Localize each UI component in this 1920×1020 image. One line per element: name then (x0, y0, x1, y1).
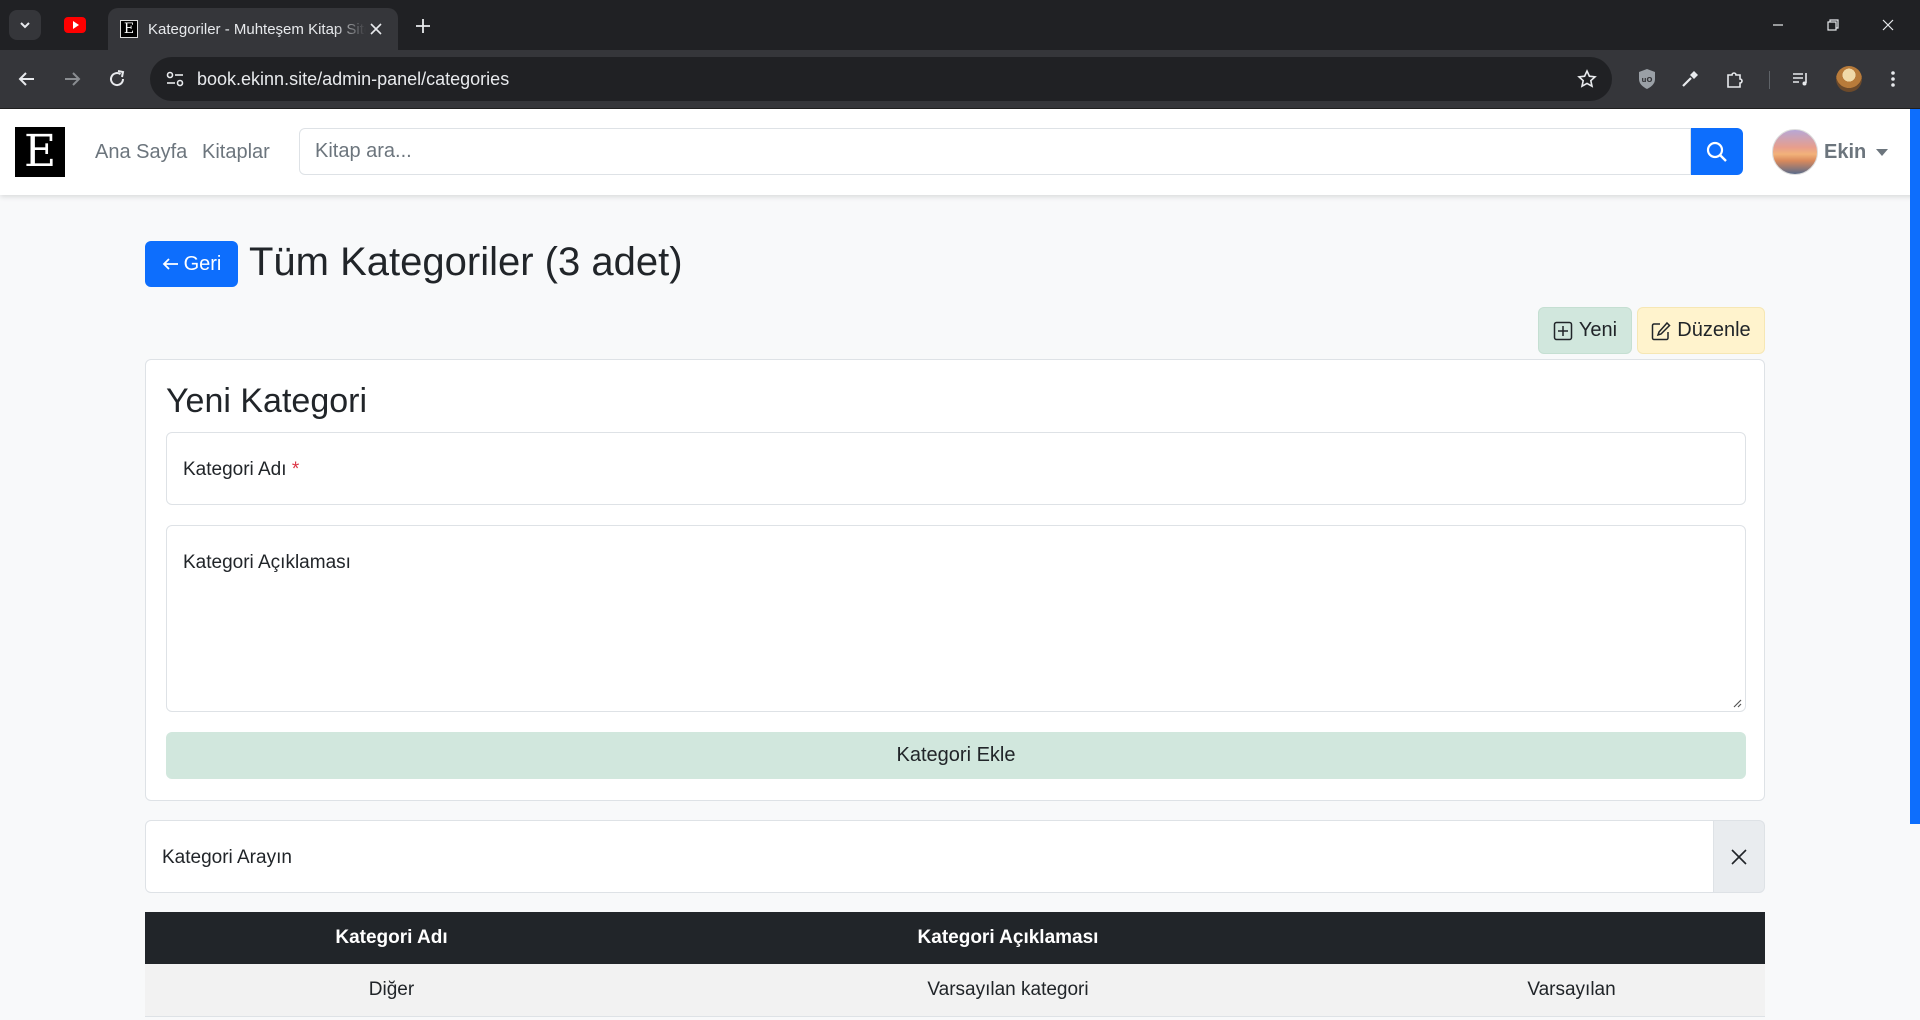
plus-icon (416, 19, 430, 33)
edit-button-label: Düzenle (1677, 319, 1751, 341)
book-search-input[interactable] (299, 128, 1691, 175)
browser-toolbar: book.ekinn.site/admin-panel/categories u… (0, 50, 1920, 109)
category-description-field[interactable]: Kategori Açıklaması (166, 525, 1746, 712)
category-name-label: Kategori Adı * (183, 459, 300, 480)
minimize-button[interactable] (1758, 10, 1798, 40)
arrow-left-icon (162, 258, 178, 270)
required-mark: * (291, 459, 300, 480)
minimize-icon (1773, 24, 1783, 26)
chevron-down-icon (20, 22, 30, 29)
user-avatar (1772, 129, 1818, 175)
tab-close-button[interactable] (366, 19, 386, 39)
restore-icon (1827, 19, 1839, 31)
arrow-right-icon (65, 72, 81, 86)
extensions-button[interactable] (1722, 66, 1748, 92)
new-tab-button[interactable] (410, 13, 436, 39)
new-category-card: Yeni Kategori Kategori Adı * Kategori Aç… (145, 359, 1765, 801)
new-category-title: Yeni Kategori (166, 382, 368, 420)
resize-grip-icon[interactable] (1732, 698, 1742, 708)
back-button[interactable]: Geri (145, 241, 238, 287)
close-icon (1731, 848, 1747, 865)
page-viewport: E Ana Sayfa Kitaplar Ekin Geri Tüm Kateg… (0, 109, 1920, 1020)
clear-search-button[interactable] (1714, 820, 1765, 893)
search-submit-button[interactable] (1691, 128, 1743, 175)
svg-text:uO: uO (1642, 76, 1653, 84)
close-icon (1882, 19, 1894, 31)
category-search-label: Kategori Arayın (162, 847, 292, 868)
category-search-input[interactable]: Kategori Arayın (145, 820, 1714, 893)
shield-icon: uO (1639, 69, 1655, 89)
caret-down-icon (1876, 148, 1889, 156)
url-text: book.ekinn.site/admin-panel/categories (197, 69, 510, 89)
new-category-button[interactable]: Yeni (1538, 307, 1632, 354)
nav-link-home[interactable]: Ana Sayfa (95, 141, 187, 164)
category-description-label: Kategori Açıklaması (183, 552, 351, 573)
close-icon (370, 23, 382, 35)
tab-search-button[interactable] (9, 10, 41, 40)
browser-tab-strip: E Kategoriler - Muhteşem Kitap Sitesi (0, 0, 1920, 50)
media-queue-icon (1793, 73, 1807, 86)
reload-icon (110, 70, 125, 87)
kebab-menu-icon (1891, 71, 1895, 87)
browser-menu-button[interactable] (1880, 66, 1906, 92)
tab-active[interactable]: E Kategoriler - Muhteşem Kitap Sitesi (108, 8, 398, 50)
user-menu-toggle[interactable]: Ekin (1772, 128, 1889, 176)
column-header-description: Kategori Açıklaması (638, 912, 1378, 964)
browser-profile-avatar[interactable] (1836, 66, 1862, 92)
window-close-button[interactable] (1868, 10, 1908, 40)
category-name-cell: Diğer (145, 964, 638, 1017)
category-filter: Kategori Arayın (145, 820, 1765, 893)
back-nav-button[interactable] (12, 64, 42, 94)
add-category-button[interactable]: Kategori Ekle (166, 732, 1746, 779)
forward-nav-button[interactable] (57, 64, 87, 94)
site-navbar: E Ana Sayfa Kitaplar Ekin (0, 109, 1920, 195)
user-name: Ekin (1824, 140, 1867, 163)
book-search-form (299, 128, 1743, 175)
pencil-square-icon (1652, 321, 1671, 340)
column-header-actions (1378, 912, 1765, 964)
site-info-icon[interactable] (164, 69, 186, 89)
puzzle-icon (1727, 72, 1743, 88)
nav-link-books[interactable]: Kitaplar (202, 141, 270, 164)
edit-categories-button[interactable]: Düzenle (1637, 307, 1765, 354)
youtube-icon (64, 17, 86, 33)
site-favicon-icon: E (120, 20, 138, 38)
restore-button[interactable] (1813, 10, 1853, 40)
tab-title: Kategoriler - Muhteşem Kitap Sitesi (148, 20, 367, 38)
plus-square-icon (1553, 321, 1573, 340)
star-icon (1577, 69, 1597, 88)
brand-logo[interactable]: E (15, 127, 65, 177)
ublock-extension-button[interactable]: uO (1634, 66, 1660, 92)
eyedropper-extension-button[interactable] (1677, 66, 1703, 92)
table-header-row: Kategori Adı Kategori Açıklaması (145, 912, 1765, 964)
new-button-label: Yeni (1578, 319, 1618, 341)
table-row: Diğer Varsayılan kategori Varsayılan (145, 964, 1765, 1017)
arrow-left-icon (18, 72, 34, 86)
category-name-field[interactable]: Kategori Adı * (166, 432, 1746, 505)
back-button-label: Geri (183, 252, 222, 275)
toolbar-divider (1769, 71, 1770, 89)
category-description-cell: Varsayılan kategori (638, 964, 1378, 1017)
bookmark-button[interactable] (1576, 68, 1598, 90)
media-controls-button[interactable] (1788, 66, 1814, 92)
search-icon (1706, 141, 1727, 162)
address-bar[interactable]: book.ekinn.site/admin-panel/categories (150, 57, 1612, 101)
column-header-name: Kategori Adı (145, 912, 638, 964)
reload-button[interactable] (102, 64, 132, 94)
page-scrollbar-thumb[interactable] (1910, 109, 1920, 824)
eyedropper-icon (1682, 71, 1698, 87)
page-title: Tüm Kategoriler (3 adet) (249, 240, 683, 284)
tab-youtube[interactable] (60, 14, 90, 36)
category-default-cell: Varsayılan (1378, 964, 1765, 1017)
categories-table: Kategori Adı Kategori Açıklaması Diğer V… (145, 912, 1765, 1017)
